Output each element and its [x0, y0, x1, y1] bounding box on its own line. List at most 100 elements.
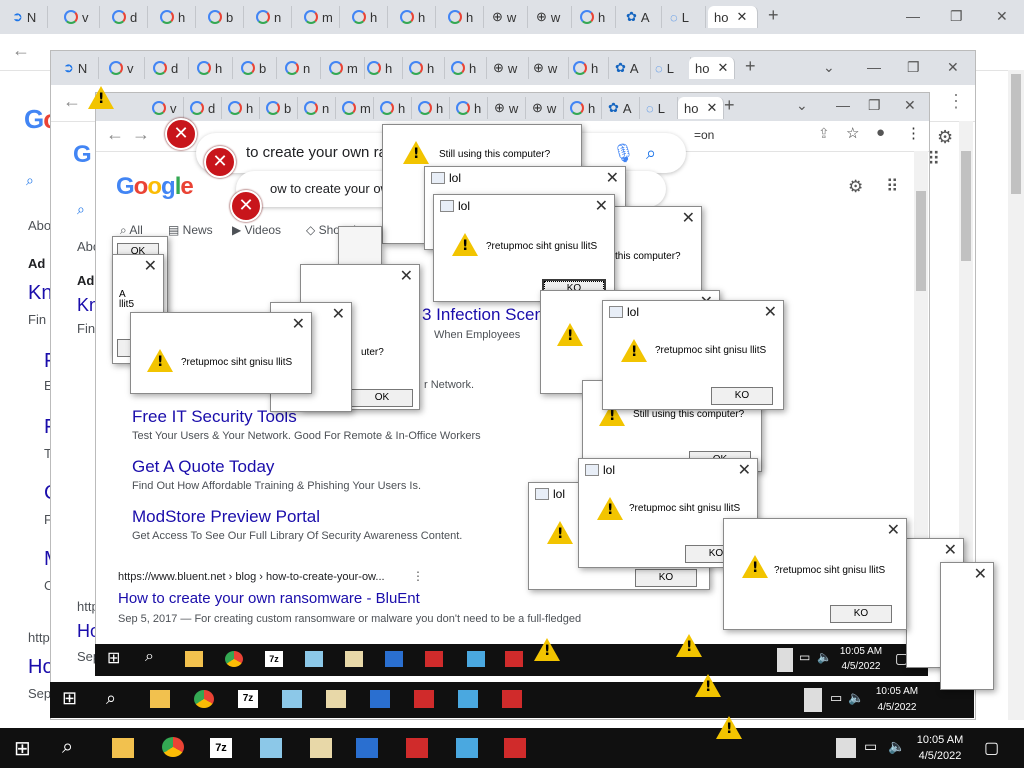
tab-15[interactable]: ◌ L [640, 97, 678, 119]
tab-1[interactable]: ➲ N [57, 57, 99, 79]
tab-13[interactable]: h [567, 57, 609, 79]
back-button[interactable]: ← [106, 124, 124, 145]
tab-7[interactable]: m [323, 57, 365, 79]
tab-7[interactable]: m [336, 97, 374, 119]
file-explorer-icon[interactable] [112, 738, 134, 758]
tab-11[interactable]: ⊕ w [488, 97, 526, 119]
share-icon[interactable]: ⇪ [818, 125, 830, 142]
close-window-button[interactable]: ✕ [996, 8, 1008, 25]
result-url[interactable]: https://www.bluent.net › blog › how-to-c… [118, 571, 385, 583]
volume-icon[interactable]: 🔈 [817, 650, 832, 664]
notepad-icon[interactable] [305, 651, 323, 667]
close-icon[interactable]: ✕ [706, 100, 717, 116]
tab-9[interactable]: h [412, 97, 450, 119]
search-icon[interactable]: ⌕ [646, 143, 656, 164]
tab-4[interactable]: h [154, 6, 196, 28]
tab-8[interactable]: h [361, 57, 403, 79]
tab-6[interactable]: n [250, 6, 292, 28]
ok-button[interactable]: OK [351, 389, 413, 407]
maximize-button[interactable]: ❐ [907, 59, 920, 76]
back-button[interactable]: ← [12, 40, 30, 61]
volume-icon[interactable]: 🔈 [888, 738, 905, 755]
tab-2[interactable]: v [146, 97, 184, 119]
ad-fragment-kn[interactable]: Kn [28, 282, 52, 305]
new-tab-button[interactable]: + [724, 95, 735, 116]
close-icon[interactable]: ✕ [764, 302, 777, 322]
close-icon[interactable]: ✕ [144, 256, 157, 276]
scrollbar[interactable] [1008, 70, 1024, 720]
7zip-icon[interactable]: 7z [210, 738, 232, 758]
maximize-button[interactable]: ❐ [950, 8, 963, 25]
ok-button[interactable]: KO [635, 569, 697, 587]
close-icon[interactable]: ✕ [292, 314, 305, 334]
scroll-thumb[interactable] [916, 191, 926, 291]
show-hidden-icon[interactable] [836, 738, 856, 758]
close-icon[interactable]: ✕ [736, 9, 747, 25]
ad-quote-title[interactable]: Get A Quote Today [132, 457, 274, 477]
tab-6[interactable]: n [298, 97, 336, 119]
close-icon[interactable]: ✕ [400, 266, 413, 286]
toolbox-icon[interactable] [406, 738, 428, 758]
tab-3[interactable]: d [184, 97, 222, 119]
tab-4[interactable]: h [222, 97, 260, 119]
tab-9[interactable]: h [403, 57, 445, 79]
ok-button[interactable]: KO [830, 605, 892, 623]
close-icon[interactable]: ✕ [974, 564, 987, 584]
result-more-icon[interactable]: ⋮ [412, 569, 424, 583]
tab-5[interactable]: b [202, 6, 244, 28]
search-icon[interactable]: ⌕ [62, 736, 73, 759]
mic-icon[interactable]: 🎙 [612, 143, 635, 164]
network-app-icon[interactable] [458, 690, 478, 708]
tab-active[interactable]: ho ✕ [708, 6, 758, 28]
paint-icon[interactable] [310, 738, 332, 758]
network-icon[interactable]: ▭ [799, 650, 810, 664]
toolbox-icon[interactable] [425, 651, 443, 667]
network-app-icon[interactable] [467, 651, 485, 667]
file-explorer-icon[interactable] [185, 651, 203, 667]
chrome-icon[interactable] [194, 690, 214, 708]
tab-5[interactable]: b [235, 57, 277, 79]
start-button[interactable]: ⊞ [107, 648, 120, 668]
search-icon[interactable]: ⌕ [145, 648, 154, 666]
google-logo[interactable]: Google [116, 173, 194, 201]
tab-3[interactable]: d [147, 57, 189, 79]
app-icon[interactable] [356, 738, 378, 758]
close-icon[interactable]: ✕ [717, 60, 728, 76]
close-icon[interactable]: ✕ [606, 168, 619, 188]
tab-11[interactable]: ⊕ w [486, 6, 528, 28]
notepad-icon[interactable] [282, 690, 302, 708]
tab-2[interactable]: v [58, 6, 100, 28]
tab-12[interactable]: ⊕ w [530, 6, 572, 28]
result-title[interactable]: How to create your own ransomware - BluE… [118, 590, 420, 607]
tab-14[interactable]: ✿ A [620, 6, 662, 28]
toolbox-icon[interactable] [504, 738, 526, 758]
tab-6[interactable]: n [279, 57, 321, 79]
paint-icon[interactable] [345, 651, 363, 667]
chrome-icon[interactable] [162, 737, 184, 757]
tab-15[interactable]: ◌ L [664, 6, 706, 28]
toolbox-icon[interactable] [414, 690, 434, 708]
tab-10[interactable]: h [450, 97, 488, 119]
tab-13[interactable]: h [564, 97, 602, 119]
tab-9[interactable]: h [394, 6, 436, 28]
chevron-down-icon[interactable]: ⌄ [796, 97, 808, 114]
notification-icon[interactable]: ▢ [984, 738, 999, 758]
tab-10[interactable]: h [445, 57, 487, 79]
tab-12[interactable]: ⊕ w [527, 57, 569, 79]
tab-3[interactable]: d [106, 6, 148, 28]
tab-2[interactable]: v [103, 57, 145, 79]
close-icon[interactable]: ✕ [887, 520, 900, 540]
ok-button[interactable]: KO [711, 387, 773, 405]
toolbox-icon[interactable] [505, 651, 523, 667]
apps-grid-icon[interactable]: ⠿ [886, 177, 898, 197]
minimize-button[interactable]: — [836, 97, 850, 113]
7zip-icon[interactable]: 7z [265, 651, 283, 667]
clock[interactable]: 10:05 AM 4/5/2022 [831, 644, 891, 674]
menu-dots-icon[interactable]: ⋮ [906, 124, 921, 142]
tab-active[interactable]: ho ✕ [689, 57, 735, 79]
minimize-button[interactable]: — [906, 8, 920, 24]
forward-button[interactable]: → [132, 124, 150, 145]
chrome-icon[interactable] [225, 651, 243, 667]
clock[interactable]: 10:05 AM 4/5/2022 [906, 732, 974, 764]
close-icon[interactable]: ✕ [944, 540, 957, 560]
